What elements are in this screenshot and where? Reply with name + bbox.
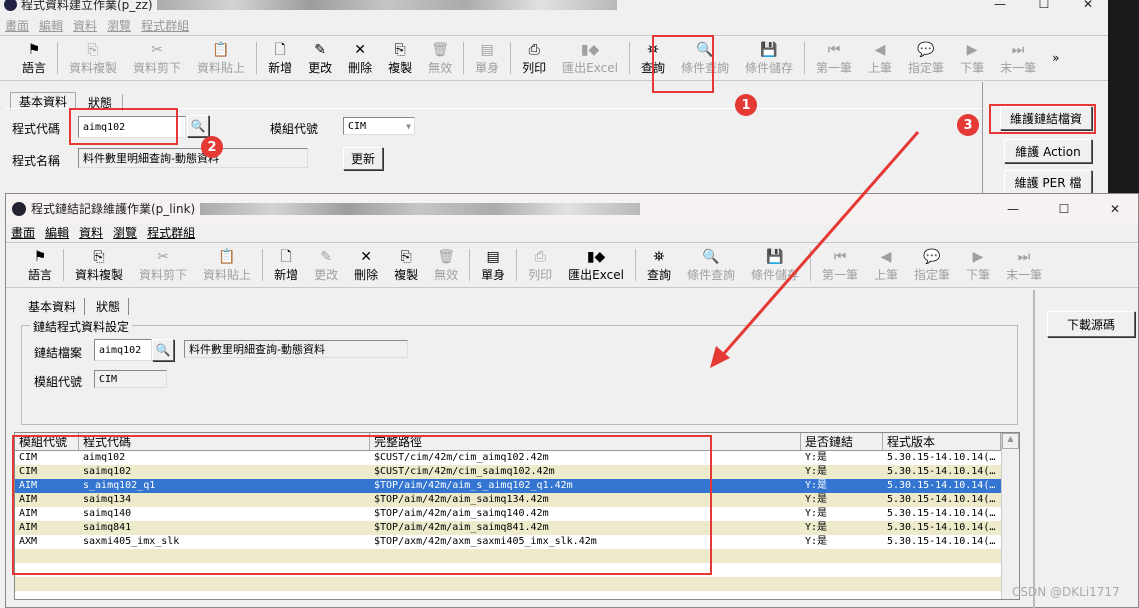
annotation-arrow — [710, 131, 920, 368]
watermark: CSDN @DKLi1717 — [1012, 585, 1120, 599]
